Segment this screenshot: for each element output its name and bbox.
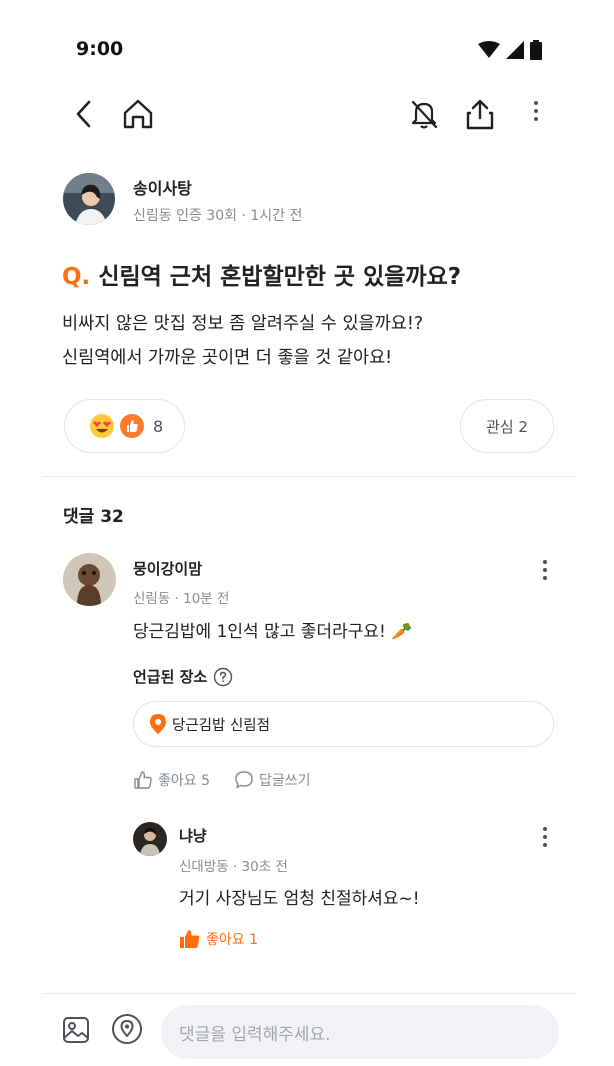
comment-more-button[interactable] (537, 560, 553, 586)
avatar-image (63, 173, 115, 225)
avatar-image (133, 822, 167, 856)
comment-input-placeholder: 댓글을 입력해주세요. (179, 1024, 331, 1045)
dot-icon (534, 109, 538, 113)
author-name[interactable]: 송이사탕 (133, 175, 192, 199)
image-attach-button[interactable] (58, 1012, 94, 1048)
reply-text: 거기 사장님도 엄청 친절하셔요~! (179, 889, 420, 909)
more-options-button[interactable] (528, 101, 544, 131)
dot-icon (543, 576, 547, 580)
notification-off-button[interactable] (404, 94, 444, 134)
mentioned-places: 언급된 장소 (133, 666, 233, 687)
comment-meta: 신림동 · 10분 전 (133, 591, 230, 607)
commenter-avatar[interactable] (63, 553, 116, 606)
reply-button[interactable]: 답글쓰기 (234, 770, 311, 790)
reactions-button[interactable]: 8 (64, 399, 185, 453)
reply-like-label: 좋아요 1 (206, 932, 258, 948)
status-time: 9:00 (76, 38, 124, 60)
post-body-line-2: 신림역에서 가까운 곳이면 더 좋을 것 같아요! (62, 348, 393, 368)
reaction-count: 8 (153, 416, 164, 436)
dot-icon (543, 843, 547, 847)
share-icon (466, 99, 494, 130)
input-divider (42, 993, 576, 994)
reply-meta: 신대방동 · 30초 전 (179, 859, 288, 875)
post-title: Q. 신림역 근처 혼밥할만한 곳 있을까요? (62, 257, 461, 291)
dot-icon (543, 560, 547, 564)
author-meta: 신림동 인증 30회 · 1시간 전 (133, 208, 303, 224)
reply-avatar[interactable] (133, 822, 167, 856)
commenter-name[interactable]: 뭉이강이맘 (133, 558, 202, 579)
reply-name[interactable]: 냐냥 (179, 825, 207, 846)
question-circle-icon[interactable] (213, 667, 233, 687)
section-divider (42, 476, 576, 477)
image-icon (63, 1017, 89, 1043)
comment-input[interactable]: 댓글을 입력해주세요. (161, 1005, 559, 1059)
share-button[interactable] (460, 94, 500, 134)
dot-icon (543, 568, 547, 572)
like-label: 좋아요 5 (158, 773, 210, 789)
reply-label: 답글쓰기 (259, 773, 311, 789)
status-icons (478, 40, 542, 60)
comment-actions: 좋아요 5 답글쓰기 (133, 770, 311, 790)
battery-icon (530, 40, 542, 60)
comment-text: 당근김밥에 1인석 많고 좋더라구요! 🥕 (133, 622, 413, 642)
reply-more-button[interactable] (537, 827, 553, 853)
comments-header: 댓글 32 (63, 507, 124, 527)
thumbs-up-outline-icon (134, 771, 152, 789)
home-button[interactable] (118, 94, 158, 134)
chevron-left-icon (76, 100, 91, 128)
author-avatar[interactable] (63, 173, 115, 225)
home-icon (123, 99, 153, 129)
location-attach-button[interactable] (108, 1010, 146, 1048)
dot-icon (534, 101, 538, 105)
speech-bubble-icon (235, 771, 253, 789)
back-button[interactable] (66, 96, 102, 132)
location-icon (112, 1014, 142, 1044)
dot-icon (543, 835, 547, 839)
place-chip[interactable]: 당근김밥 신림점 (133, 701, 554, 747)
place-name: 당근김밥 신림점 (172, 717, 270, 734)
bell-off-icon (411, 100, 438, 129)
mentioned-places-label: 언급된 장소 (133, 668, 208, 686)
wifi-icon (478, 41, 500, 58)
dot-icon (534, 117, 538, 121)
dot-icon (543, 827, 547, 831)
post-title-text: 신림역 근처 혼밥할만한 곳 있을까요? (98, 264, 462, 290)
interest-button[interactable]: 관심 2 (460, 399, 554, 453)
like-button[interactable]: 좋아요 5 (133, 770, 210, 790)
avatar-image (63, 553, 116, 606)
reply-like-button[interactable]: 좋아요 1 (179, 929, 258, 949)
signal-icon (506, 41, 524, 59)
question-mark: Q. (62, 264, 91, 290)
location-pin-icon (150, 714, 166, 734)
heart-eyes-emoji-icon (90, 414, 114, 438)
thumbs-up-filled-icon (180, 930, 200, 948)
thumbs-up-reaction-icon (120, 414, 144, 438)
post-body-line-1: 비싸지 않은 맛집 정보 좀 알려주실 수 있을까요!? (62, 314, 424, 334)
